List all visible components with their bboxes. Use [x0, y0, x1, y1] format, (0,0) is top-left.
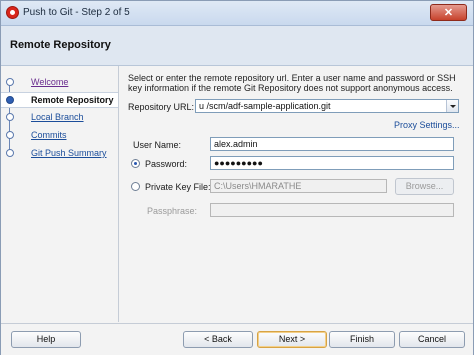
step-local-branch[interactable]: Local Branch: [1, 110, 118, 125]
app-icon: [6, 6, 19, 19]
help-button[interactable]: Help: [11, 331, 81, 348]
step-label: Local Branch: [31, 112, 84, 122]
close-button[interactable]: ✕: [430, 4, 467, 21]
step-label: Git Push Summary: [31, 148, 107, 158]
password-label: Password:: [145, 159, 188, 169]
next-button[interactable]: Next >: [257, 331, 327, 348]
instructions-text: Select or enter the remote repository ur…: [128, 73, 456, 93]
private-key-label: Private Key File:: [145, 182, 211, 192]
push-to-git-dialog: Push to Git - Step 2 of 5 ✕ Remote Repos…: [0, 0, 474, 355]
step-dot-icon: [6, 78, 14, 86]
step-dot-icon: [6, 96, 14, 104]
password-radio[interactable]: [131, 159, 140, 168]
password-value: ●●●●●●●●●: [214, 158, 263, 168]
proxy-settings-link[interactable]: Proxy Settings...: [394, 120, 460, 130]
step-git-push-summary[interactable]: Git Push Summary: [1, 146, 118, 161]
passphrase-label: Passphrase:: [147, 206, 198, 216]
step-label: Welcome: [31, 77, 69, 87]
step-header: Remote Repository: [1, 26, 473, 66]
content-panel: Select or enter the remote repository ur…: [119, 66, 473, 322]
page-title: Remote Repository: [10, 39, 111, 51]
private-key-radio[interactable]: [131, 182, 140, 191]
finish-button[interactable]: Finish: [329, 331, 395, 348]
user-name-field[interactable]: alex.admin: [210, 137, 454, 151]
chevron-down-icon[interactable]: [446, 100, 458, 112]
private-key-value: C:\Users\HMARATHE: [214, 181, 302, 191]
browse-button[interactable]: Browse...: [395, 178, 454, 195]
step-dot-icon: [6, 113, 14, 121]
step-dot-icon: [6, 149, 14, 157]
step-label: Commits: [31, 130, 67, 140]
window-title: Push to Git - Step 2 of 5: [23, 7, 130, 18]
step-remote-repository[interactable]: Remote Repository: [1, 92, 118, 108]
back-button[interactable]: < Back: [183, 331, 253, 348]
close-icon: ✕: [443, 7, 454, 19]
cancel-button[interactable]: Cancel: [399, 331, 465, 348]
steps-sidebar: Welcome Remote Repository Local Branch C…: [1, 66, 119, 322]
title-bar: Push to Git - Step 2 of 5 ✕: [1, 1, 473, 26]
step-welcome[interactable]: Welcome: [1, 75, 118, 90]
private-key-field[interactable]: C:\Users\HMARATHE: [210, 179, 387, 193]
user-name-value: alex.admin: [214, 139, 258, 149]
repository-url-combo[interactable]: u /scm/adf-sample-application.git: [195, 99, 459, 113]
step-dot-icon: [6, 131, 14, 139]
repository-url-value: u /scm/adf-sample-application.git: [199, 101, 331, 111]
user-name-label: User Name:: [133, 140, 182, 150]
step-commits[interactable]: Commits: [1, 128, 118, 143]
passphrase-field[interactable]: [210, 203, 454, 217]
password-field[interactable]: ●●●●●●●●●: [210, 156, 454, 170]
repository-url-label: Repository URL:: [128, 102, 195, 112]
button-bar: Help < Back Next > Finish Cancel: [1, 323, 473, 355]
step-label: Remote Repository: [31, 95, 114, 105]
